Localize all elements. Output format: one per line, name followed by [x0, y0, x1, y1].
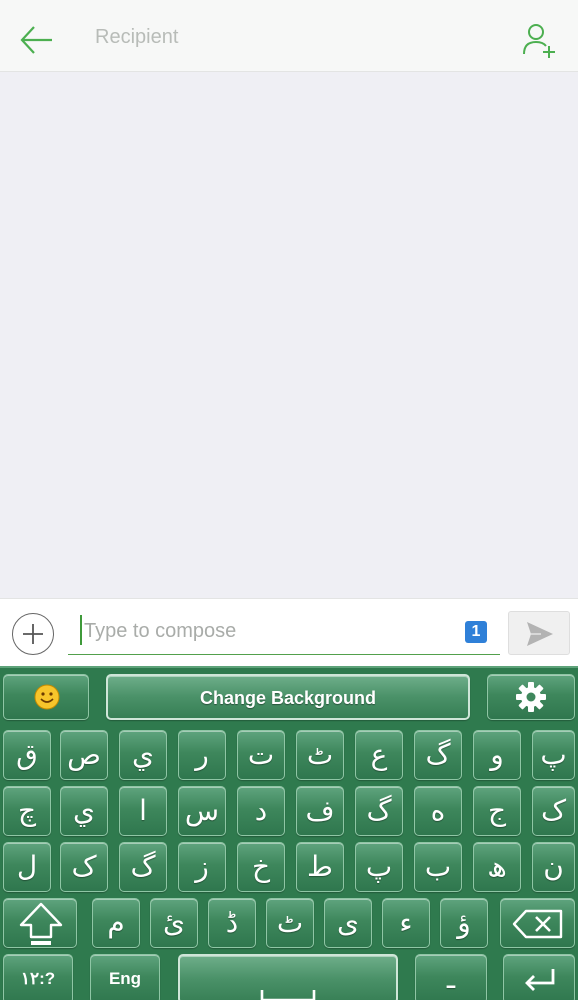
key-gaf-3[interactable]: گ — [119, 842, 167, 892]
key-kaf[interactable]: ک — [532, 786, 575, 836]
key-gaf[interactable]: گ — [414, 730, 462, 780]
sim-badge[interactable]: 1 — [465, 621, 487, 643]
backspace-icon — [512, 909, 563, 939]
key-kaf-2[interactable]: ک — [60, 842, 108, 892]
key-alif[interactable]: ا — [119, 786, 167, 836]
key-hamza[interactable]: ء — [382, 898, 430, 948]
key-ddal[interactable]: ڈ — [208, 898, 256, 948]
enter-key[interactable] — [503, 954, 575, 1000]
key-jeem[interactable]: ج — [473, 786, 521, 836]
text-caret — [80, 615, 82, 645]
compose-input[interactable] — [84, 615, 444, 647]
language-key[interactable]: Eng — [90, 954, 160, 1000]
message-thread[interactable] — [0, 72, 578, 598]
change-background-button[interactable]: Change Background — [106, 674, 470, 720]
compose-bar: 1 — [0, 598, 578, 666]
key-choti-ye[interactable]: ی — [324, 898, 372, 948]
key-dal[interactable]: د — [237, 786, 285, 836]
key-te[interactable]: ت — [237, 730, 285, 780]
shift-icon — [19, 902, 63, 945]
key-pe-2[interactable]: پ — [355, 842, 403, 892]
key-do-chashmi-he[interactable]: ھ — [473, 842, 521, 892]
space-icon — [260, 990, 316, 1000]
compose-field[interactable]: 1 — [68, 607, 500, 655]
arrow-left-icon — [20, 26, 52, 54]
key-khe[interactable]: خ — [237, 842, 285, 892]
key-tte[interactable]: ٹ — [296, 730, 344, 780]
key-che[interactable]: چ — [3, 786, 51, 836]
send-icon — [527, 622, 553, 646]
key-gaf-2[interactable]: گ — [355, 786, 403, 836]
gear-icon — [516, 682, 546, 712]
numbers-key[interactable]: ١٢:? — [3, 954, 73, 1000]
key-he[interactable]: ه — [414, 786, 462, 836]
key-ye[interactable]: ي — [119, 730, 167, 780]
attach-button[interactable] — [12, 613, 54, 655]
key-be[interactable]: ب — [414, 842, 462, 892]
key-wao-hamza[interactable]: ؤ — [440, 898, 488, 948]
app-header: Recipient — [0, 0, 578, 72]
key-wao[interactable]: و — [473, 730, 521, 780]
key-ye-hamza[interactable]: ئ — [150, 898, 198, 948]
key-qaf[interactable]: ق — [3, 730, 51, 780]
key-meem[interactable]: م — [92, 898, 140, 948]
key-tte-2[interactable]: ٹ — [266, 898, 314, 948]
shift-key[interactable] — [3, 898, 77, 948]
plus-icon — [23, 624, 43, 644]
add-contact-icon — [523, 24, 555, 58]
change-background-label: Change Background — [199, 688, 377, 708]
dash-key[interactable]: ـ — [415, 954, 487, 1000]
emoji-icon — [34, 684, 60, 710]
key-re[interactable]: ر — [178, 730, 226, 780]
key-toe[interactable]: ط — [296, 842, 344, 892]
settings-key[interactable] — [487, 674, 575, 720]
key-pe[interactable]: پ — [532, 730, 575, 780]
key-lam[interactable]: ل — [3, 842, 51, 892]
key-ain[interactable]: ع — [355, 730, 403, 780]
send-button[interactable] — [508, 611, 570, 655]
key-sad[interactable]: ص — [60, 730, 108, 780]
space-key[interactable] — [178, 954, 398, 1000]
key-ze[interactable]: ز — [178, 842, 226, 892]
key-seen[interactable]: س — [178, 786, 226, 836]
add-contact-button[interactable] — [516, 18, 560, 62]
keyboard: Change Background ق ص ي ر ت ٹ ع گ و پ چ … — [0, 666, 578, 1000]
back-button[interactable] — [14, 18, 58, 62]
emoji-key[interactable] — [3, 674, 89, 720]
key-noon[interactable]: ن — [532, 842, 575, 892]
enter-icon — [525, 969, 555, 991]
key-fe[interactable]: ف — [296, 786, 344, 836]
key-ye-2[interactable]: ي — [60, 786, 108, 836]
backspace-key[interactable] — [500, 898, 575, 948]
recipient-field[interactable]: Recipient — [95, 26, 178, 49]
